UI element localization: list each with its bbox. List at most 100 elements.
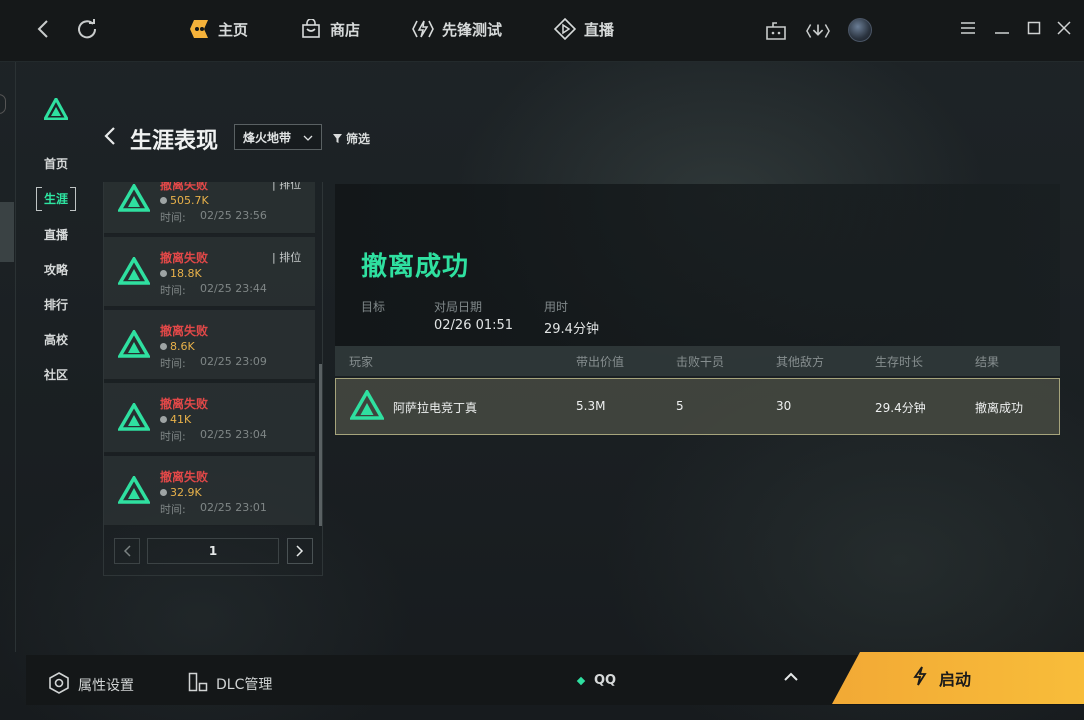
meta-label-target: 目标 xyxy=(361,300,386,314)
row-player-name: 阿萨拉电竞丁真 xyxy=(393,401,478,415)
dlc-button[interactable]: DLC管理 xyxy=(188,672,272,696)
match-value: 8.6K xyxy=(160,340,195,353)
match-card[interactable]: 撤离失败 | 排位 505.7K 时间: 02/25 23:56 xyxy=(104,182,315,234)
game-logo-icon xyxy=(116,328,152,362)
meta-label-date: 对局日期 xyxy=(434,300,483,314)
left-scrollbar[interactable] xyxy=(0,202,14,262)
page-back-icon[interactable] xyxy=(104,126,116,151)
sidebar-item-guides[interactable]: 攻略 xyxy=(36,261,76,278)
refresh-icon[interactable] xyxy=(76,18,98,46)
match-time-label: 时间: xyxy=(160,284,186,297)
sidebar-item-live[interactable]: 直播 xyxy=(36,226,76,243)
nav-shop[interactable]: 商店 xyxy=(300,18,360,40)
match-card[interactable]: 撤离失败 41K 时间: 02/25 23:04 xyxy=(104,383,315,453)
lightning-badge-icon xyxy=(412,18,434,40)
close-icon[interactable] xyxy=(1054,20,1074,39)
match-time-label: 时间: xyxy=(160,357,186,370)
mode-select-value: 烽火地带 xyxy=(243,130,292,145)
row-kills: 5 xyxy=(676,399,684,413)
account-label: QQ xyxy=(594,673,617,688)
match-time: 02/25 23:44 xyxy=(200,282,267,295)
column-header-player: 玩家 xyxy=(349,355,374,369)
mode-select[interactable]: 烽火地带 xyxy=(234,124,322,150)
match-mode-tag: | 排位 xyxy=(272,182,302,191)
column-header-others: 其他敌方 xyxy=(776,355,825,369)
home-brand-icon xyxy=(188,18,210,40)
match-list: 撤离失败 | 排位 505.7K 时间: 02/25 23:56 撤离失败 | … xyxy=(104,182,322,528)
row-value: 5.3M xyxy=(576,399,606,413)
left-edge-strip xyxy=(0,62,16,652)
settings-button[interactable]: 属性设置 xyxy=(48,672,134,698)
match-time: 02/25 23:04 xyxy=(200,428,267,441)
live-diamond-icon xyxy=(554,18,576,40)
match-result: 撤离失败 xyxy=(160,182,209,192)
sidebar-item-ranking[interactable]: 排行 xyxy=(36,296,76,313)
nav-vanguard-label: 先锋测试 xyxy=(442,20,503,39)
dlc-grid-icon xyxy=(188,672,208,696)
coin-icon xyxy=(160,197,167,204)
row-others: 30 xyxy=(776,399,792,413)
match-value-text: 41K xyxy=(170,413,192,426)
match-card[interactable]: 撤离失败 32.9K 时间: 02/25 23:01 xyxy=(104,456,315,526)
sidebar-item-career[interactable]: 生涯 xyxy=(36,187,76,211)
filter-label: 筛选 xyxy=(346,132,371,146)
coin-icon xyxy=(160,489,167,496)
game-logo-icon xyxy=(116,401,152,435)
chevron-down-icon xyxy=(303,130,313,144)
column-header-survival: 生存时长 xyxy=(875,355,924,369)
status-dot-icon xyxy=(576,676,586,685)
match-time-label: 时间: xyxy=(160,211,186,224)
menu-icon[interactable] xyxy=(958,20,978,39)
game-logo-icon xyxy=(116,474,152,508)
page-number[interactable]: 1 xyxy=(147,538,279,564)
launch-label: 启动 xyxy=(938,670,971,689)
match-time-label: 时间: xyxy=(160,430,186,443)
user-avatar[interactable] xyxy=(848,18,872,42)
maximize-icon[interactable] xyxy=(1024,20,1044,39)
row-result: 撤离成功 xyxy=(975,401,1024,415)
coin-icon xyxy=(160,343,167,350)
meta-label-duration: 用时 xyxy=(544,300,569,314)
dlc-label: DLC管理 xyxy=(216,677,273,693)
match-value: 32.9K xyxy=(160,486,202,499)
column-header-result: 结果 xyxy=(975,355,1000,369)
match-value-text: 8.6K xyxy=(170,340,195,353)
launch-button[interactable]: 启动 xyxy=(832,652,1084,704)
back-icon[interactable] xyxy=(36,18,50,46)
next-page-button[interactable] xyxy=(287,538,313,564)
match-result: 撤离失败 xyxy=(160,397,209,411)
nav-live[interactable]: 直播 xyxy=(554,18,614,40)
settings-label: 属性设置 xyxy=(78,678,134,694)
meta-value-date: 02/26 01:51 xyxy=(434,318,514,333)
match-card[interactable]: 撤离失败 | 排位 18.8K 时间: 02/25 23:44 xyxy=(104,237,315,307)
game-logo-icon xyxy=(348,388,386,424)
mailbox-icon[interactable] xyxy=(764,19,788,43)
collapse-handle[interactable] xyxy=(0,94,6,114)
nav-home[interactable]: 主页 xyxy=(188,18,248,40)
sidebar-item-home[interactable]: 首页 xyxy=(36,155,76,172)
match-value-text: 18.8K xyxy=(170,267,202,280)
nav-vanguard-test[interactable]: 先锋测试 xyxy=(412,18,502,40)
match-time: 02/25 23:09 xyxy=(200,355,267,368)
lightning-icon xyxy=(913,666,927,690)
game-logo-icon xyxy=(116,182,152,216)
minimize-icon[interactable] xyxy=(992,20,1012,39)
match-list-scrollbar[interactable] xyxy=(319,364,322,526)
match-value: 41K xyxy=(160,413,191,426)
sidebar-item-community[interactable]: 社区 xyxy=(36,366,76,383)
match-card[interactable]: 撤离失败 8.6K 时间: 02/25 23:09 xyxy=(104,310,315,380)
page-title: 生涯表现 xyxy=(130,129,219,154)
account-selector[interactable]: QQ xyxy=(576,673,617,688)
pagination: 1 xyxy=(114,538,313,566)
match-time: 02/25 23:56 xyxy=(200,209,267,222)
match-list-panel: 撤离失败 | 排位 505.7K 时间: 02/25 23:56 撤离失败 | … xyxy=(103,182,323,576)
nav-shop-label: 商店 xyxy=(330,20,361,39)
download-icon[interactable] xyxy=(806,19,830,43)
chevron-up-icon[interactable] xyxy=(784,670,798,686)
shop-bag-icon xyxy=(300,18,322,40)
sidebar-item-college[interactable]: 高校 xyxy=(36,331,76,348)
game-logo-icon xyxy=(42,95,70,124)
filter-button[interactable]: 筛选 xyxy=(333,130,370,147)
match-result: 撤离失败 xyxy=(160,470,209,484)
prev-page-button[interactable] xyxy=(114,538,140,564)
